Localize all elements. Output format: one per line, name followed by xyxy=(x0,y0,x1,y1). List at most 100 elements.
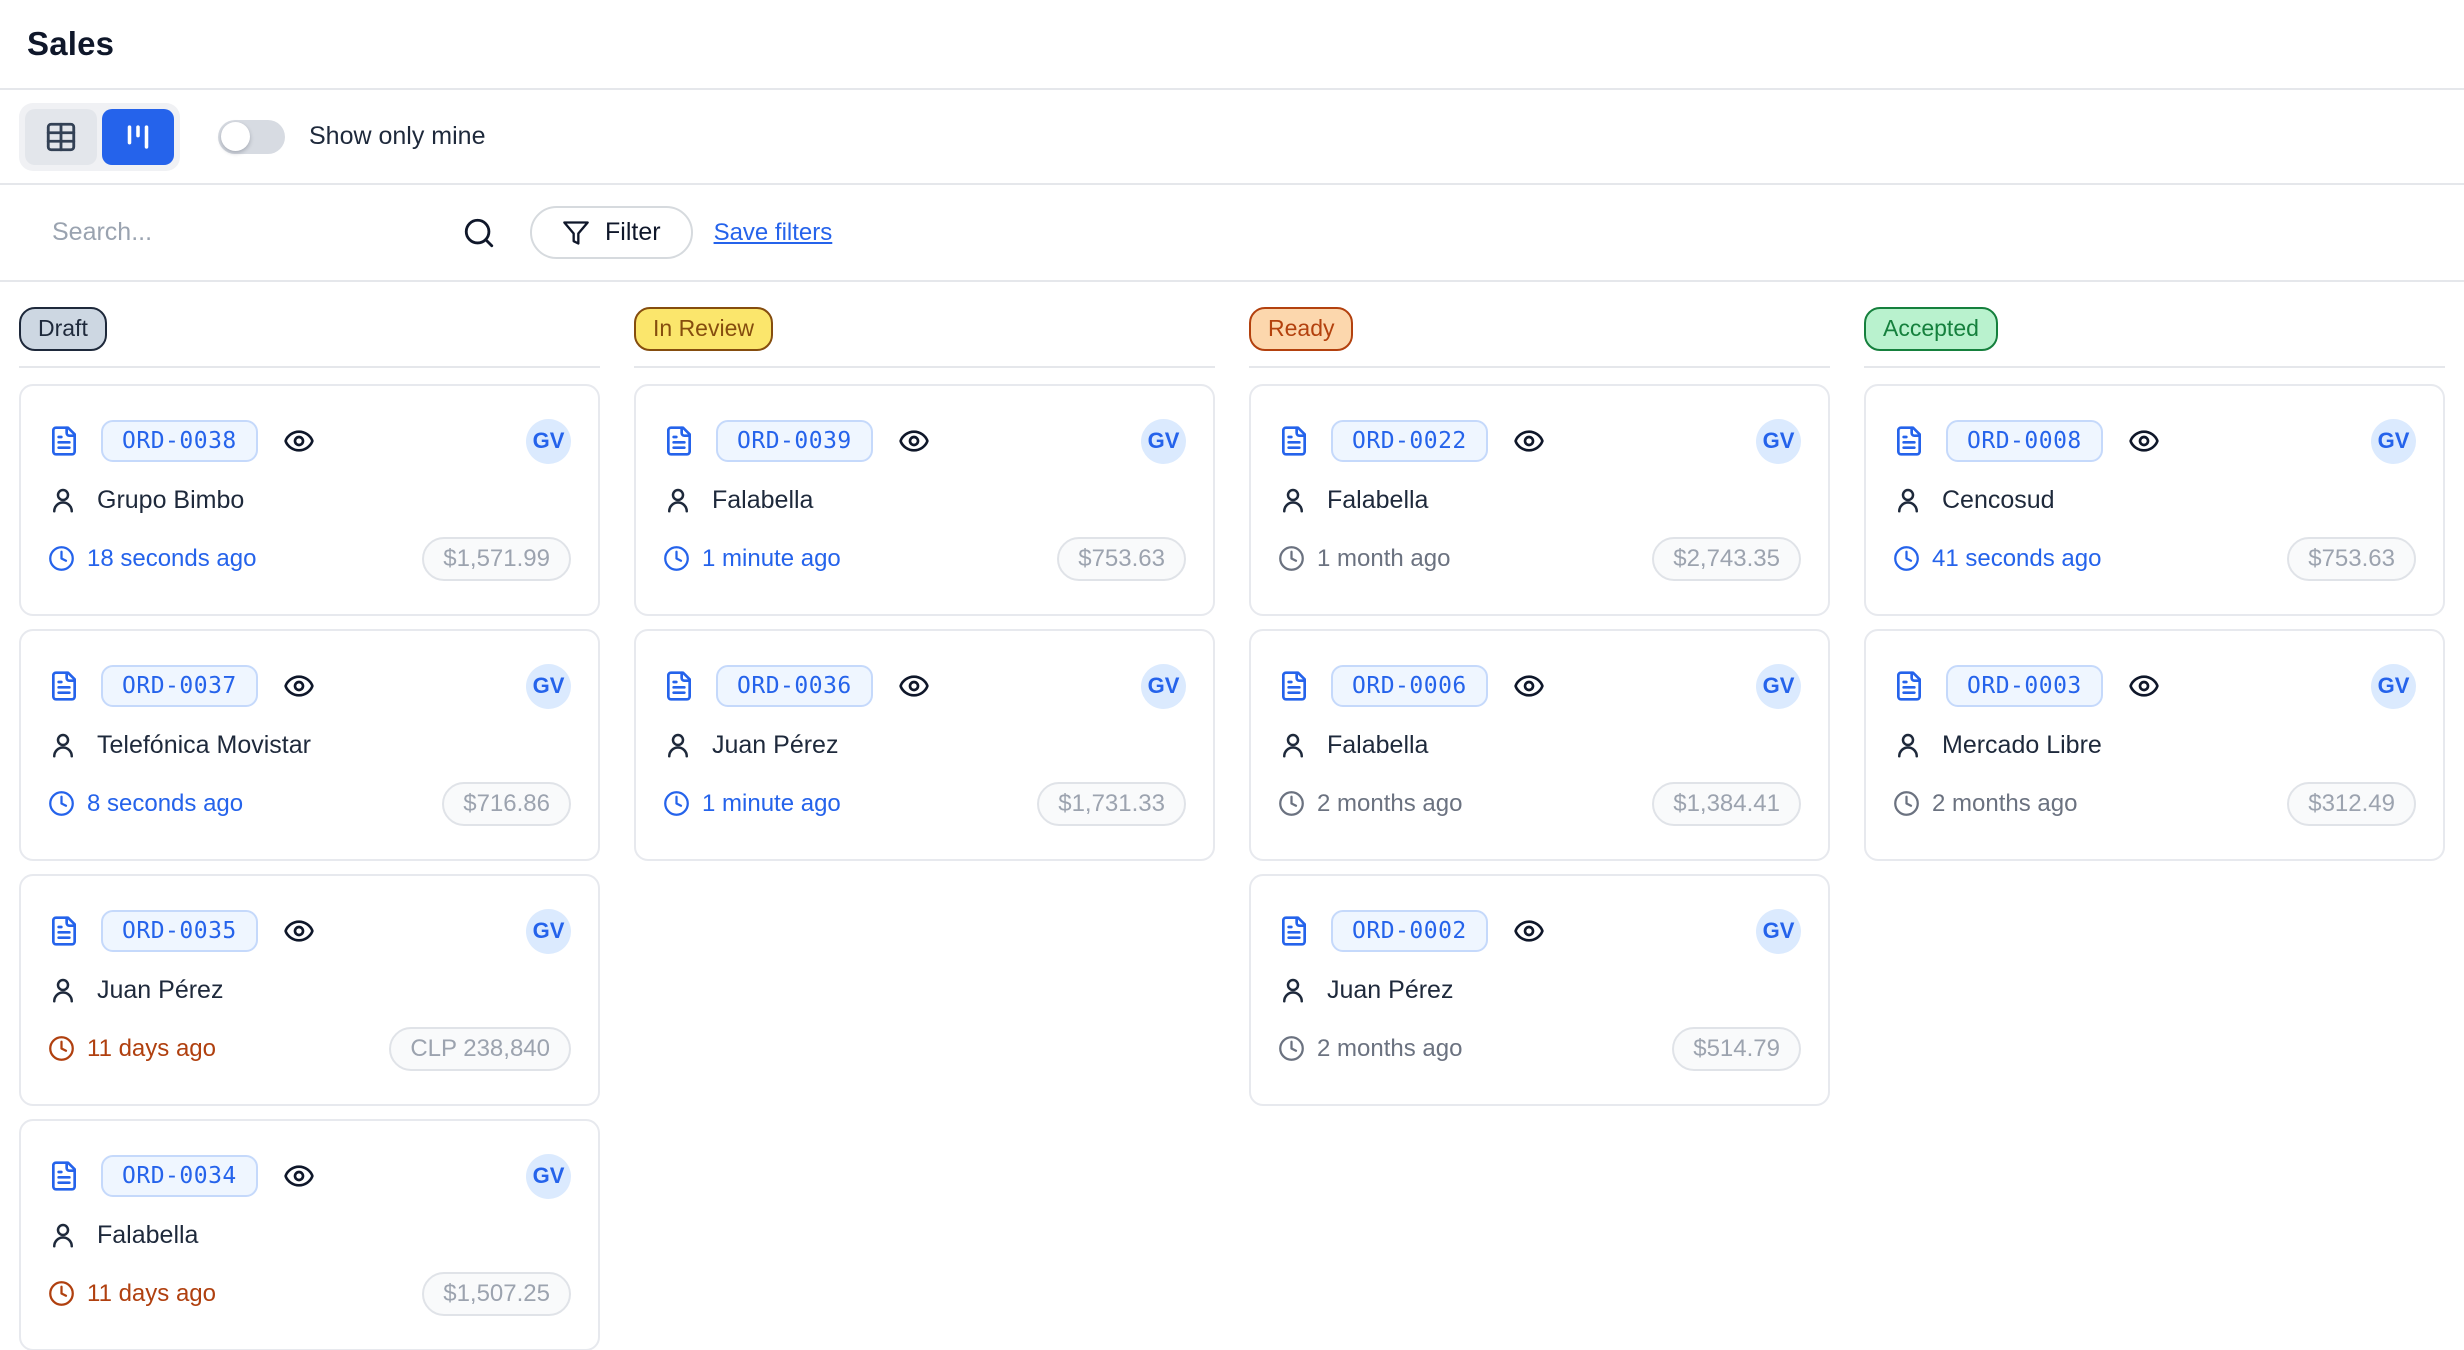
order-id-badge: ORD-0022 xyxy=(1331,420,1488,462)
eye-icon[interactable] xyxy=(283,425,315,457)
column-card-list: ORD-0039 GV Falabella 1 minute ago $753.… xyxy=(634,384,1215,861)
search-input[interactable] xyxy=(52,218,454,247)
customer-name: Juan Pérez xyxy=(712,731,838,760)
assignee-avatar: GV xyxy=(526,1154,571,1199)
card-footer-row: 11 days ago $1,507.25 xyxy=(48,1272,571,1316)
customer-icon xyxy=(663,485,693,515)
document-icon xyxy=(1278,425,1310,457)
column-header: In Review xyxy=(634,307,1215,351)
eye-icon[interactable] xyxy=(283,670,315,702)
save-filters-link[interactable]: Save filters xyxy=(714,219,833,247)
updated-time-group: 1 minute ago xyxy=(663,790,841,818)
order-card[interactable]: ORD-0008 GV Cencosud 41 seconds ago $753… xyxy=(1864,384,2445,616)
column-status-badge: In Review xyxy=(634,307,773,351)
updated-time-group: 11 days ago xyxy=(48,1035,216,1063)
card-footer-row: 41 seconds ago $753.63 xyxy=(1893,537,2416,581)
card-top-row: ORD-0002 GV xyxy=(1278,909,1801,954)
document-icon xyxy=(1893,670,1925,702)
customer-icon xyxy=(48,1220,78,1250)
amount-badge: $1,384.41 xyxy=(1652,782,1801,826)
page-title: Sales xyxy=(27,25,114,63)
order-card[interactable]: ORD-0022 GV Falabella 1 month ago $2,743… xyxy=(1249,384,1830,616)
eye-icon[interactable] xyxy=(2128,670,2160,702)
filter-button-label: Filter xyxy=(605,218,661,247)
updated-time: 18 seconds ago xyxy=(87,545,256,573)
customer-name: Falabella xyxy=(1327,731,1428,760)
document-icon xyxy=(1893,425,1925,457)
eye-icon[interactable] xyxy=(898,425,930,457)
clock-icon xyxy=(663,790,690,817)
eye-icon[interactable] xyxy=(283,915,315,947)
assignee-avatar: GV xyxy=(1756,664,1801,709)
clock-icon xyxy=(1278,790,1305,817)
column-status-badge: Draft xyxy=(19,307,107,351)
column-divider xyxy=(1864,366,2445,368)
order-card[interactable]: ORD-0037 GV Telefónica Movistar 8 second… xyxy=(19,629,600,861)
updated-time-group: 2 months ago xyxy=(1278,1035,1462,1063)
amount-badge: $514.79 xyxy=(1672,1027,1801,1071)
order-card[interactable]: ORD-0002 GV Juan Pérez 2 months ago $514… xyxy=(1249,874,1830,1106)
order-card[interactable]: ORD-0036 GV Juan Pérez 1 minute ago $1,7… xyxy=(634,629,1215,861)
kanban-column: Ready ORD-0022 GV Falabella xyxy=(1249,307,1830,1106)
show-only-mine-toggle[interactable] xyxy=(218,120,285,154)
document-icon xyxy=(48,425,80,457)
kanban-board: Draft ORD-0038 GV Grupo Bimbo xyxy=(0,282,2464,1350)
customer-name: Telefónica Movistar xyxy=(97,731,311,760)
kanban-view-button[interactable] xyxy=(102,109,174,165)
order-card[interactable]: ORD-0039 GV Falabella 1 minute ago $753.… xyxy=(634,384,1215,616)
eye-icon[interactable] xyxy=(283,1160,315,1192)
card-footer-row: 1 month ago $2,743.35 xyxy=(1278,537,1801,581)
card-customer-row: Falabella xyxy=(1278,485,1801,515)
order-id-badge: ORD-0034 xyxy=(101,1155,258,1197)
updated-time: 1 minute ago xyxy=(702,545,841,573)
card-top-row: ORD-0035 GV xyxy=(48,909,571,954)
column-divider xyxy=(634,366,1215,368)
card-customer-row: Mercado Libre xyxy=(1893,730,2416,760)
amount-badge: $1,571.99 xyxy=(422,537,571,581)
card-customer-row: Falabella xyxy=(1278,730,1801,760)
search-toolbar: Filter Save filters xyxy=(0,185,2464,282)
order-card[interactable]: ORD-0034 GV Falabella 11 days ago $1,507… xyxy=(19,1119,600,1350)
amount-badge: $2,743.35 xyxy=(1652,537,1801,581)
order-card[interactable]: ORD-0035 GV Juan Pérez 11 days ago CLP 2… xyxy=(19,874,600,1106)
card-footer-row: 1 minute ago $1,731.33 xyxy=(663,782,1186,826)
table-view-icon xyxy=(44,120,78,154)
view-toolbar: Show only mine xyxy=(0,90,2464,185)
eye-icon[interactable] xyxy=(1513,425,1545,457)
order-card[interactable]: ORD-0003 GV Mercado Libre 2 months ago $… xyxy=(1864,629,2445,861)
card-customer-row: Grupo Bimbo xyxy=(48,485,571,515)
eye-icon[interactable] xyxy=(898,670,930,702)
customer-name: Juan Pérez xyxy=(97,976,223,1005)
customer-icon xyxy=(663,730,693,760)
updated-time: 11 days ago xyxy=(87,1035,216,1063)
updated-time: 1 minute ago xyxy=(702,790,841,818)
filter-button[interactable]: Filter xyxy=(530,206,693,259)
order-id-badge: ORD-0038 xyxy=(101,420,258,462)
column-header: Ready xyxy=(1249,307,1830,351)
customer-icon xyxy=(1893,730,1923,760)
eye-icon[interactable] xyxy=(1513,915,1545,947)
card-top-row: ORD-0037 GV xyxy=(48,664,571,709)
page-header: Sales xyxy=(0,0,2464,90)
order-card[interactable]: ORD-0038 GV Grupo Bimbo 18 seconds ago $… xyxy=(19,384,600,616)
updated-time-group: 11 days ago xyxy=(48,1280,216,1308)
assignee-avatar: GV xyxy=(2371,664,2416,709)
updated-time-group: 1 minute ago xyxy=(663,545,841,573)
clock-icon xyxy=(1278,1035,1305,1062)
amount-badge: $1,731.33 xyxy=(1037,782,1186,826)
updated-time: 2 months ago xyxy=(1317,1035,1462,1063)
order-id-badge: ORD-0036 xyxy=(716,665,873,707)
search-icon[interactable] xyxy=(462,216,496,250)
eye-icon[interactable] xyxy=(2128,425,2160,457)
assignee-avatar: GV xyxy=(2371,419,2416,464)
assignee-avatar: GV xyxy=(526,419,571,464)
customer-name: Falabella xyxy=(97,1221,198,1250)
order-id-badge: ORD-0002 xyxy=(1331,910,1488,952)
assignee-avatar: GV xyxy=(526,664,571,709)
eye-icon[interactable] xyxy=(1513,670,1545,702)
table-view-button[interactable] xyxy=(25,109,97,165)
card-customer-row: Juan Pérez xyxy=(1278,975,1801,1005)
order-card[interactable]: ORD-0006 GV Falabella 2 months ago $1,38… xyxy=(1249,629,1830,861)
customer-name: Mercado Libre xyxy=(1942,731,2102,760)
card-top-row: ORD-0003 GV xyxy=(1893,664,2416,709)
